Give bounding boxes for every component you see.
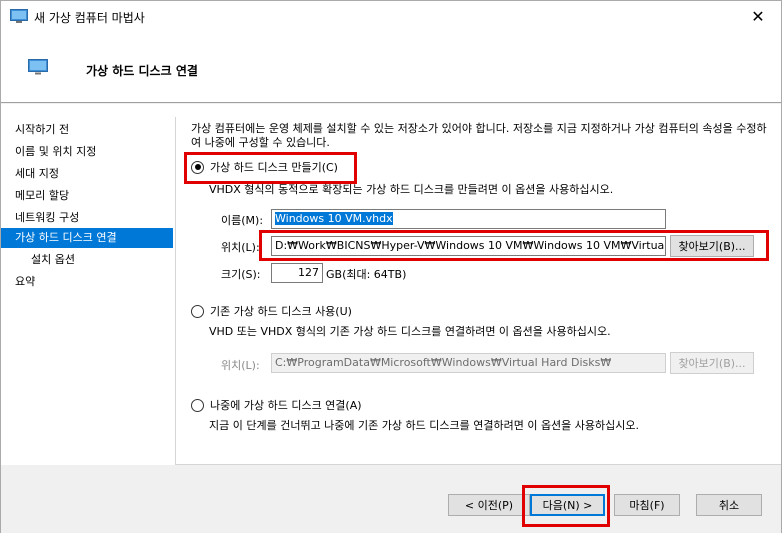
- page-description: 가상 컴퓨터에는 운영 체제를 설치할 수 있는 저장소가 있어야 합니다. 저…: [191, 122, 767, 149]
- create-vhd-description: VHDX 형식의 동적으로 확장되는 가상 하드 디스크를 만들려면 이 옵션을…: [209, 183, 614, 196]
- sidebar-item-before-you-begin[interactable]: 시작하기 전: [1, 120, 173, 140]
- sidebar-item-summary[interactable]: 요약: [1, 272, 173, 292]
- create-vhd-label: 가상 하드 디스크 만들기(C): [210, 161, 338, 174]
- cancel-button[interactable]: 취소: [696, 494, 762, 516]
- browse-button[interactable]: 찾아보기(B)...: [670, 235, 754, 257]
- next-button[interactable]: 다음(N) >: [530, 494, 605, 516]
- wizard-header: 가상 하드 디스크 연결: [1, 31, 781, 103]
- radio-unchecked-icon: [191, 398, 204, 412]
- sidebar-item-generation[interactable]: 세대 지정: [1, 164, 173, 184]
- monitor-icon: [10, 9, 28, 23]
- existing-location-input[interactable]: C:₩ProgramData₩Microsoft₩Windows₩Virtual…: [271, 353, 666, 373]
- sidebar-item-name-location[interactable]: 이름 및 위치 지정: [1, 142, 173, 162]
- radio-checked-icon: [191, 160, 204, 174]
- sidebar-item-install-options[interactable]: 설치 옵션: [1, 250, 173, 270]
- page-title: 가상 하드 디스크 연결: [86, 64, 198, 78]
- existing-browse-button[interactable]: 찾아보기(B)...: [670, 352, 754, 374]
- attach-later-label: 나중에 가상 하드 디스크 연결(A): [210, 399, 362, 412]
- sidebar-item-memory[interactable]: 메모리 할당: [1, 186, 173, 206]
- sidebar-item-networking[interactable]: 네트워킹 구성: [1, 208, 173, 228]
- sidebar-divider: [175, 117, 176, 464]
- vhd-location-input[interactable]: D:₩Work₩BICNS₩Hyper-V₩Windows 10 VM₩Wind…: [271, 236, 666, 256]
- monitor-icon: [28, 59, 48, 75]
- use-existing-vhd-label: 기존 가상 하드 디스크 사용(U): [210, 305, 352, 318]
- attach-later-description: 지금 이 단계를 건너뛰고 나중에 기존 가상 하드 디스크를 연결하려면 이 …: [209, 419, 640, 432]
- vhd-size-input[interactable]: 127: [271, 263, 323, 283]
- radio-unchecked-icon: [191, 304, 204, 318]
- vhd-name-input[interactable]: Windows 10 VM.vhdx: [271, 209, 666, 229]
- create-vhd-radio[interactable]: 가상 하드 디스크 만들기(C): [191, 159, 338, 175]
- wizard-steps: 시작하기 전 이름 및 위치 지정 세대 지정 메모리 할당 네트워킹 구성 가…: [1, 104, 173, 464]
- attach-later-radio[interactable]: 나중에 가상 하드 디스크 연결(A): [191, 397, 362, 413]
- close-button[interactable]: ✕: [735, 1, 781, 31]
- use-existing-vhd-radio[interactable]: 기존 가상 하드 디스크 사용(U): [191, 303, 352, 319]
- vhd-name-label: 이름(M):: [221, 214, 264, 227]
- title-bar: 새 가상 컴퓨터 마법사 ✕: [1, 1, 781, 31]
- use-existing-vhd-description: VHD 또는 VHDX 형식의 기존 가상 하드 디스크를 연결하려면 이 옵션…: [209, 325, 611, 338]
- close-icon: ✕: [751, 6, 765, 26]
- vhd-location-label: 위치(L):: [221, 241, 260, 254]
- vhd-size-unit: GB(최대: 64TB): [326, 268, 407, 281]
- existing-location-label: 위치(L):: [221, 359, 260, 372]
- wizard-window: 새 가상 컴퓨터 마법사 ✕ 가상 하드 디스크 연결 시작하기 전 이름 및 …: [0, 0, 782, 533]
- finish-button[interactable]: 마침(F): [614, 494, 680, 516]
- window-title: 새 가상 컴퓨터 마법사: [34, 11, 145, 25]
- previous-button[interactable]: < 이전(P): [448, 494, 530, 516]
- sidebar-item-connect-vhd[interactable]: 가상 하드 디스크 연결: [1, 228, 173, 248]
- vhd-size-label: 크기(S):: [221, 268, 261, 281]
